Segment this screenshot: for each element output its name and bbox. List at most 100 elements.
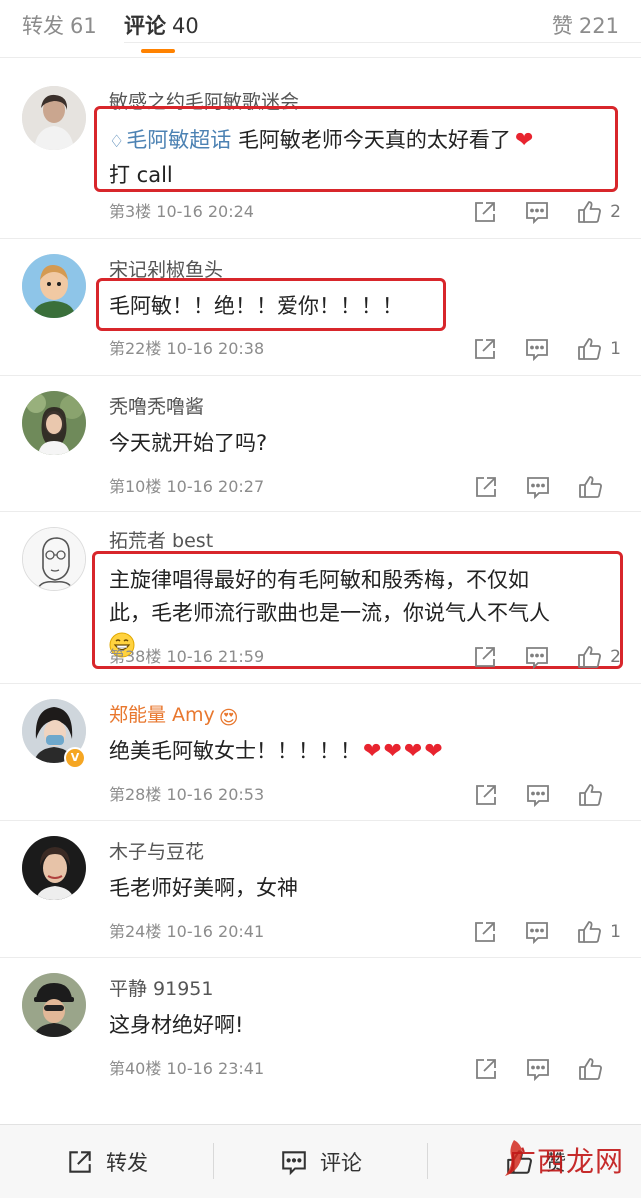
thumbs-up-icon	[579, 784, 602, 806]
comment-line-text: 打 call	[109, 163, 173, 187]
like-button[interactable]	[577, 782, 621, 808]
like-button[interactable]	[577, 1056, 621, 1082]
verified-badge: V	[64, 747, 86, 769]
comment-button[interactable]: 评论	[280, 1125, 362, 1198]
comment-text: 今天就开始了吗?	[109, 427, 617, 460]
share-button[interactable]	[472, 644, 498, 670]
tab-forward-count: 61	[70, 14, 97, 38]
thumbs-up-icon	[578, 921, 602, 943]
comment-text: 绝美毛阿敏女士！！！！！❤❤❤❤	[109, 735, 617, 768]
comment-meta: 第28楼 10-16 20:53	[109, 784, 264, 806]
share-icon	[69, 1151, 91, 1173]
comment-label: 评论	[320, 1151, 362, 1175]
comment-line-text: 今天就开始了吗?	[109, 431, 268, 455]
reply-button[interactable]	[525, 782, 551, 808]
share-button[interactable]	[473, 782, 499, 808]
share-button[interactable]	[472, 336, 498, 362]
username[interactable]: 平静 91951	[109, 977, 213, 1001]
comment-icon	[282, 1151, 306, 1176]
like-button[interactable]	[577, 474, 621, 500]
timestamp: 10-16 21:59	[166, 647, 265, 666]
avatar[interactable]	[22, 836, 86, 900]
comment-icon	[527, 785, 549, 808]
heart-eyes-emoji-icon: 😍	[218, 707, 239, 729]
divider	[213, 1143, 214, 1179]
username[interactable]: 拓荒者 best	[109, 529, 213, 553]
tab-comment-label: 评论	[124, 14, 166, 38]
share-icon	[476, 1059, 496, 1079]
comment-actions	[447, 781, 621, 809]
share-button[interactable]	[472, 199, 498, 225]
reply-button[interactable]	[525, 1056, 551, 1082]
avatar[interactable]	[22, 973, 86, 1037]
share-button[interactable]	[473, 1056, 499, 1082]
comment-icon	[527, 477, 549, 500]
comment-item: 平静 91951 这身材绝好啊! 第40楼 10-16 23:41	[0, 958, 641, 1094]
comment-actions: 1	[446, 335, 621, 363]
username[interactable]: 木子与豆花	[109, 840, 204, 864]
comment-text: 毛阿敏！！绝！！爱你！！！！	[109, 290, 617, 323]
floor-number: 第28楼	[109, 785, 162, 804]
thumbs-up-icon	[579, 1058, 602, 1080]
tab-like[interactable]: 赞 221	[552, 10, 619, 42]
like-count: 1	[610, 339, 621, 359]
comment-meta: 第24楼 10-16 20:41	[109, 921, 264, 943]
floor-number: 第22楼	[109, 339, 162, 358]
share-button[interactable]	[472, 919, 498, 945]
floor-number: 第3楼	[109, 202, 152, 221]
avatar[interactable]	[22, 86, 86, 150]
avatar[interactable]	[22, 391, 86, 455]
comment-meta: 第10楼 10-16 20:27	[109, 476, 264, 498]
tab-bar: 转发 61 评论 40 赞 221	[0, 0, 641, 58]
thumbs-up-icon	[579, 476, 602, 498]
comment-icon	[526, 339, 549, 362]
floor-number: 第40楼	[109, 1059, 162, 1078]
forward-label: 转发	[106, 1151, 148, 1175]
username[interactable]: 郑能量 Amy 😍	[109, 703, 239, 728]
tab-comment-count: 40	[172, 14, 199, 38]
like-count: 2	[610, 647, 621, 667]
share-button[interactable]	[473, 474, 499, 500]
username[interactable]: 敏感之约毛阿敏歌迷会	[109, 90, 299, 114]
comment-icon	[526, 922, 549, 945]
comment-meta: 第3楼 10-16 20:24	[109, 201, 254, 223]
share-icon	[476, 477, 496, 497]
share-icon	[475, 339, 496, 359]
comment-item: 拓荒者 best 主旋律唱得最好的有毛阿敏和殷秀梅，不仅如 此，毛老师流行歌曲也…	[0, 512, 641, 684]
reply-button[interactable]	[525, 474, 551, 500]
thumbs-up-icon	[578, 201, 602, 223]
comment-actions: 2	[446, 198, 621, 226]
username[interactable]: 秃噜秃噜酱	[109, 395, 204, 419]
like-button[interactable]: 2	[576, 199, 621, 225]
like-button[interactable]: 1	[576, 919, 621, 945]
comment-text: 毛老师好美啊，女神	[109, 872, 617, 905]
comment-meta: 第38楼 10-16 21:59	[109, 646, 264, 668]
share-icon	[476, 785, 496, 805]
avatar[interactable]	[22, 254, 86, 318]
username[interactable]: 宋记剁椒鱼头	[109, 258, 223, 282]
diamond-icon: ♢	[109, 132, 125, 152]
reply-button[interactable]	[524, 919, 550, 945]
forward-button[interactable]: 转发	[66, 1125, 148, 1198]
like-button[interactable]: 1	[576, 336, 621, 362]
like-button[interactable]: 2	[576, 644, 621, 670]
tab-like-label: 赞	[551, 14, 573, 38]
heart-icon: ❤	[424, 739, 443, 764]
reply-button[interactable]	[524, 644, 550, 670]
heart-icon: ❤	[363, 739, 382, 764]
tab-forward[interactable]: 转发 61	[22, 10, 97, 42]
heart-icon: ❤	[383, 739, 402, 764]
share-icon	[475, 647, 496, 667]
thumbs-up-icon	[578, 646, 602, 668]
reply-button[interactable]	[524, 336, 550, 362]
comment-icon	[526, 202, 549, 225]
thumbs-up-icon	[578, 338, 602, 360]
floor-number: 第24楼	[109, 922, 162, 941]
comment-item: 宋记剁椒鱼头 毛阿敏！！绝！！爱你！！！！ 第22楼 10-16 20:38 1	[0, 239, 641, 376]
tab-like-count: 221	[578, 14, 619, 38]
comment-actions	[447, 1055, 621, 1083]
like-count: 1	[610, 922, 621, 942]
avatar[interactable]	[22, 527, 86, 591]
reply-button[interactable]	[524, 199, 550, 225]
topic-link[interactable]: 毛阿敏超话	[126, 128, 231, 152]
